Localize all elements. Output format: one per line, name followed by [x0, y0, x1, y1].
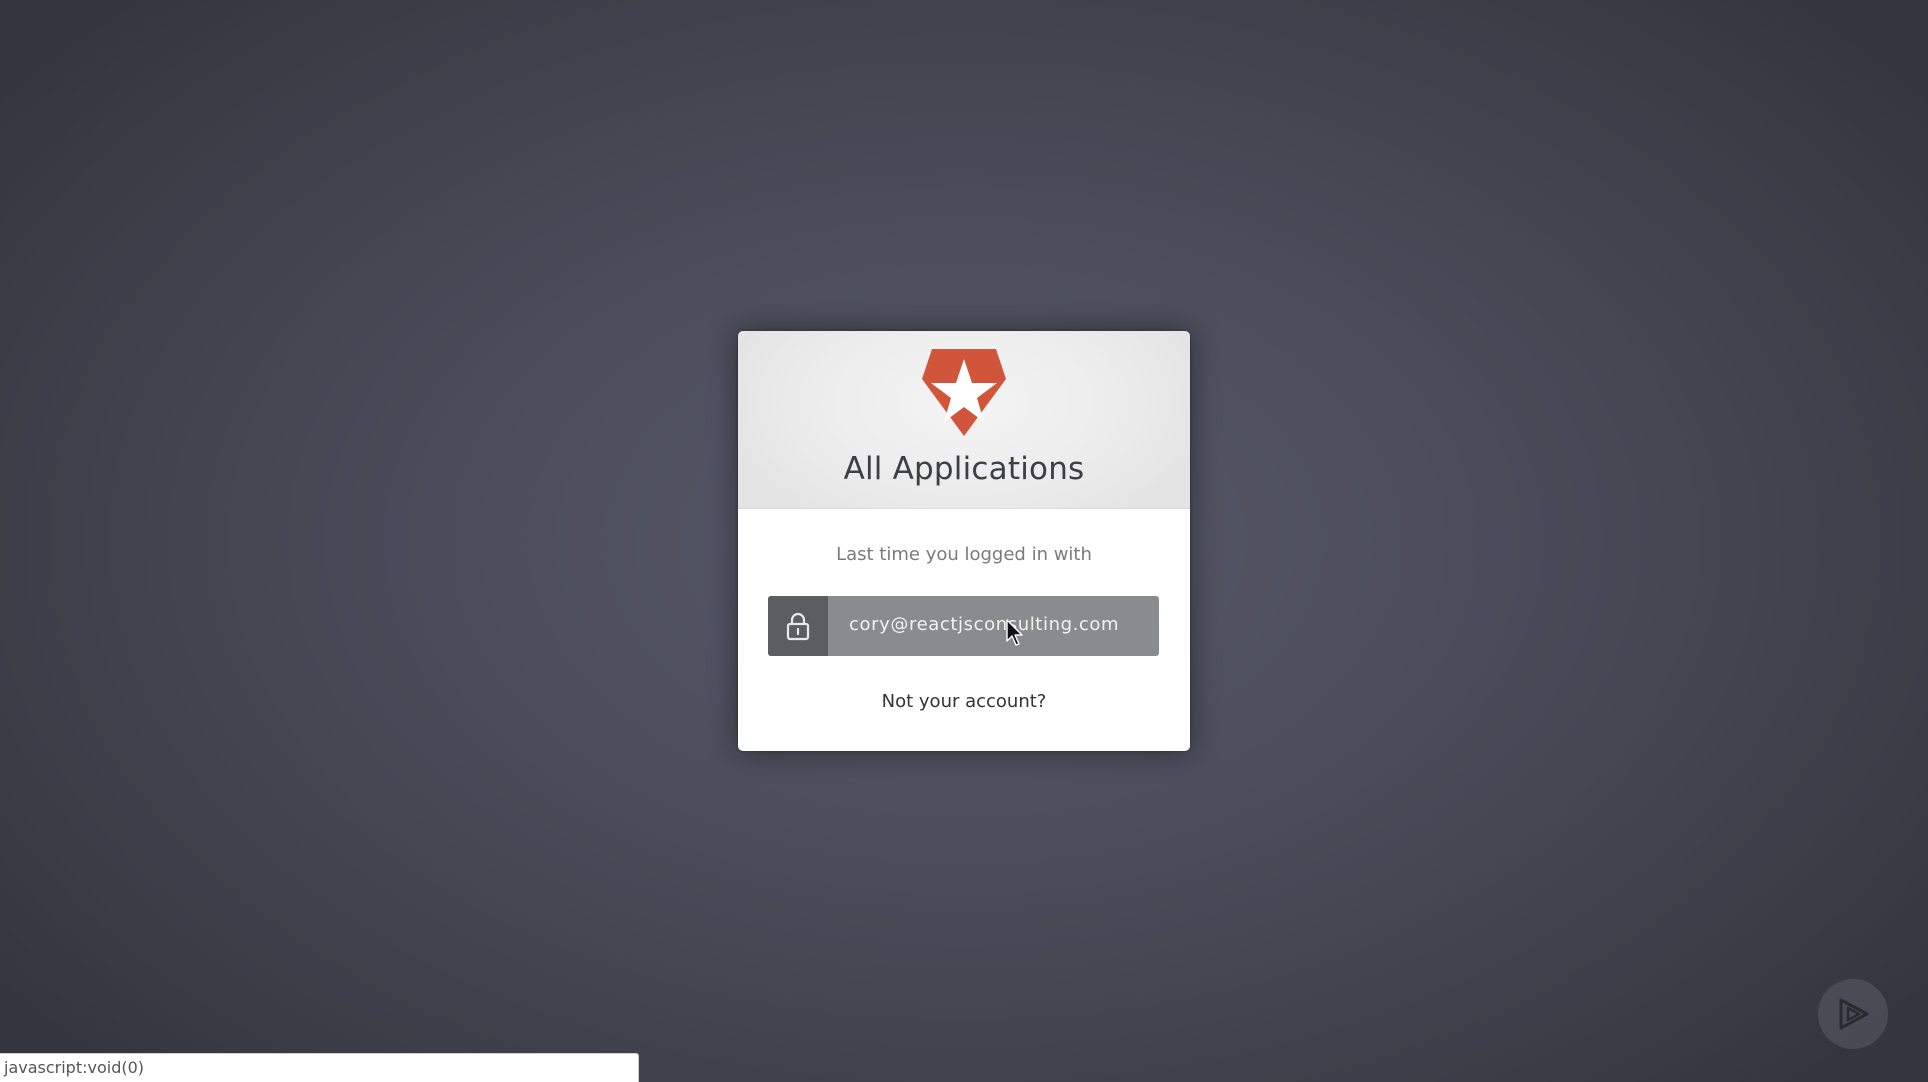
login-header: All Applications	[738, 331, 1190, 509]
not-your-account-link[interactable]: Not your account?	[738, 691, 1190, 712]
account-icon-box	[768, 596, 828, 656]
status-url: javascript:void(0)	[4, 1058, 145, 1077]
shield-star-logo	[922, 349, 1006, 436]
play-icon	[1839, 998, 1869, 1030]
lock-icon	[786, 612, 810, 641]
last-account-button[interactable]: cory@reactjsconsulting.com	[768, 596, 1159, 656]
login-card: All Applications Last time you logged in…	[738, 331, 1190, 751]
play-button[interactable]	[1818, 979, 1888, 1049]
status-bar: javascript:void(0)	[0, 1053, 639, 1082]
account-email: cory@reactjsconsulting.com	[849, 614, 1120, 635]
page-title: All Applications	[843, 451, 1085, 487]
last-login-label: Last time you logged in with	[836, 544, 1092, 565]
